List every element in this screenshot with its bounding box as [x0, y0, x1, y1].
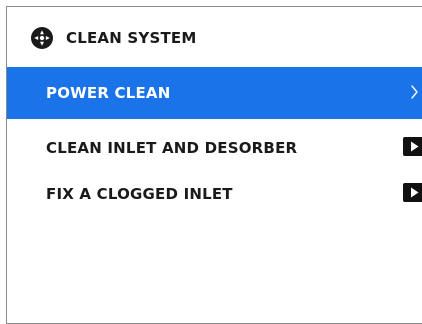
- menu-item-power-clean[interactable]: POWER CLEAN: [7, 67, 422, 119]
- play-video-icon[interactable]: [403, 137, 422, 156]
- clean-system-panel: CLEAN SYSTEM POWER CLEAN CLEAN INLET AND…: [6, 6, 422, 324]
- menu-item-label: CLEAN INLET AND DESORBER: [46, 139, 298, 157]
- menu-item-clean-inlet-and-desorber[interactable]: CLEAN INLET AND DESORBER: [7, 119, 422, 171]
- menu-item-label: POWER CLEAN: [46, 84, 171, 102]
- system-gear-icon: [31, 27, 53, 49]
- menu-item-fix-a-clogged-inlet[interactable]: FIX A CLOGGED INLET: [7, 171, 422, 223]
- panel-header: CLEAN SYSTEM: [7, 7, 422, 67]
- chevron-right-icon: [411, 85, 418, 99]
- menu-item-label: FIX A CLOGGED INLET: [46, 185, 233, 203]
- play-video-icon[interactable]: [403, 183, 422, 202]
- page-title: CLEAN SYSTEM: [66, 29, 197, 47]
